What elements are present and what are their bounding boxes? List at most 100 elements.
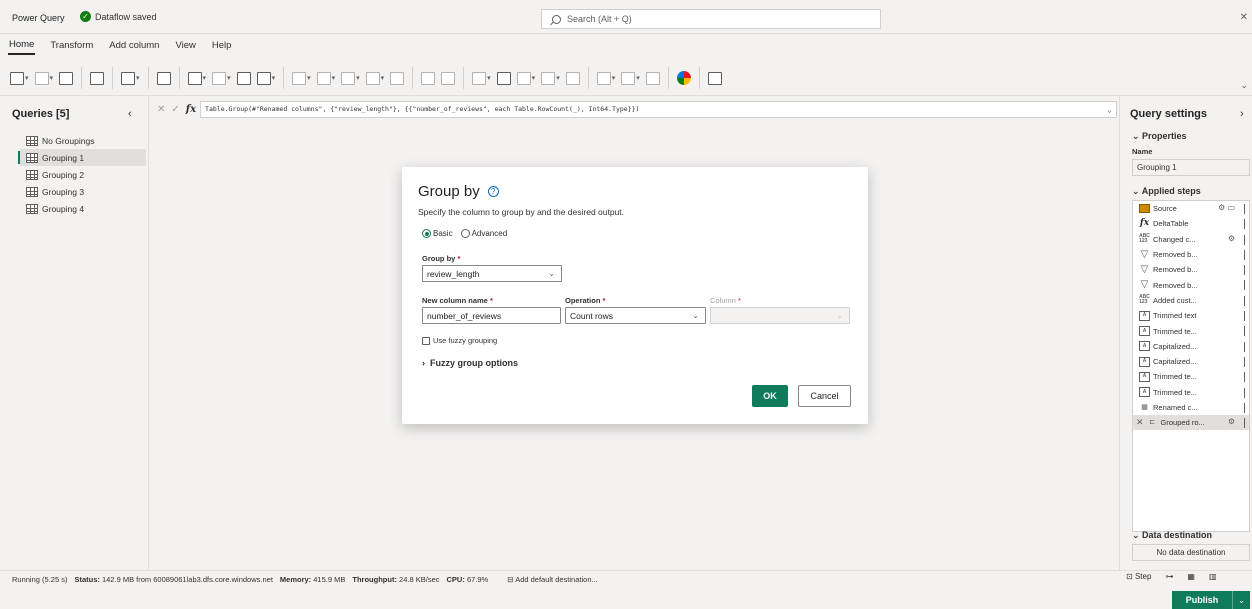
step-added-custom[interactable]: ABC 123 Added cust... [1133,293,1249,308]
gear-icon[interactable]: ⚙ [1228,417,1235,426]
search-box[interactable]: Search (Alt + Q) [541,9,881,29]
commit-formula-icon[interactable]: ✓ [171,104,179,115]
split-column-button[interactable]: ▾ [316,71,335,85]
step-removed-blanks-2[interactable]: ▽ Removed b... [1133,262,1249,277]
query-item-no-groupings[interactable]: No Groupings [20,132,146,149]
step-removed-blanks-3[interactable]: ▽ Removed b... [1133,277,1249,292]
tab-add-column[interactable]: Add column [108,37,160,54]
remove-columns-button[interactable] [236,71,251,85]
table-view-icon[interactable]: ▦ [1187,572,1195,581]
step-deltatable[interactable]: fx DeltaTable [1133,216,1249,231]
publish-button[interactable]: Publish [1172,591,1232,609]
chevron-down-icon: ⌄ [548,269,555,278]
split-column-by-button[interactable]: ▾ [472,71,491,85]
mode-radio-group: Basic Advanced [422,229,507,238]
step-view-button[interactable]: ⊡ Step [1126,572,1151,581]
add-destination-link[interactable]: ⊟ Add default destination... [507,575,598,584]
manage-parameters-button[interactable]: ▾ [121,71,140,85]
step-trimmed-text-1[interactable]: A Trimmed text [1133,308,1249,323]
applied-steps-section[interactable]: ⌄ Applied steps [1132,186,1201,197]
combine-files-button[interactable] [645,71,660,85]
chevron-down-icon[interactable]: ⌄ [1232,591,1250,609]
properties-section[interactable]: ⌄ Properties [1132,131,1187,142]
data-type-convert-button[interactable]: ▾ [516,71,535,85]
options-button[interactable] [90,71,105,85]
get-data-button[interactable]: ▾ [10,71,29,85]
radio-advanced[interactable]: Advanced [460,229,507,238]
filter-button[interactable] [390,71,405,85]
query-item-grouping-3[interactable]: Grouping 3 [20,183,146,200]
cancel-formula-icon[interactable]: ✕ [157,104,165,115]
data-destination-section[interactable]: ⌄ Data destination [1132,530,1212,541]
fuzzy-group-options-toggle[interactable]: › Fuzzy group options [422,358,518,368]
column-select[interactable]: ⌄ [710,307,850,324]
replace-button[interactable] [565,71,580,85]
replace-values-button[interactable]: ▾ [365,71,384,85]
step-capitalized-1[interactable]: A Capitalized... [1133,339,1249,354]
replace-values-icon [365,71,380,85]
keep-rows-button[interactable]: ▾ [256,71,275,85]
checkbox-box [422,336,430,345]
gear-icon[interactable]: ⚙ ▭ [1218,203,1235,212]
sort-descending-button[interactable] [441,71,456,85]
expand-formula-icon[interactable]: ⌄ [1107,105,1112,114]
collapse-queries-icon[interactable]: ‹ [128,108,132,120]
choose-columns-button[interactable]: ▾ [212,71,231,85]
step-trimmed-text-4[interactable]: A Trimmed te... [1133,385,1249,400]
chevron-down-icon[interactable]: ⌄ [1240,80,1248,91]
schema-view-icon[interactable]: ▥ [1209,572,1217,581]
menu-bar: Home Transform Add column View Help [0,34,1252,56]
step-source[interactable]: Source ⚙ ▭ [1133,201,1249,216]
query-item-grouping-1[interactable]: Grouping 1 [18,149,146,166]
step-label: Changed c... [1153,234,1196,244]
refresh-button[interactable] [156,71,171,85]
enter-data-button[interactable] [59,71,74,85]
step-grouped-rows[interactable]: ✕ ⊏ Grouped ro... ⚙ [1133,415,1249,431]
query-item-grouping-2[interactable]: Grouping 2 [20,166,146,183]
keep-rows-icon [256,71,271,85]
step-label: Trimmed te... [1153,326,1197,336]
step-changed-type[interactable]: ABC 123 Changed c... ⚙ [1133,232,1249,247]
formula-input[interactable]: Table.Group(#"Renamed columns", {"review… [200,100,1117,118]
manage-button[interactable]: ▾ [187,71,206,85]
diagram-view-icon[interactable]: ⊶ [1165,572,1173,581]
tab-view[interactable]: View [174,37,196,54]
tab-transform[interactable]: Transform [49,37,94,54]
append-queries-button[interactable]: ▾ [621,71,640,85]
step-capitalized-2[interactable]: A Capitalized... [1133,354,1249,369]
group-by-select[interactable]: review_length ⌄ [422,265,562,282]
merge-queries-button[interactable]: ▾ [596,71,615,85]
operation-select[interactable]: Count rows ⌄ [565,307,706,324]
data-type-button[interactable]: ▾ [341,71,360,85]
new-column-name-input[interactable]: number_of_reviews [422,307,561,324]
help-icon[interactable]: ? [487,186,499,197]
recent-sources-button[interactable]: ▾ [34,71,53,85]
fuzzy-grouping-checkbox[interactable]: Use fuzzy grouping [422,336,497,345]
sort-ascending-button[interactable] [421,71,436,85]
step-trimmed-text-3[interactable]: A Trimmed te... [1133,369,1249,384]
operation-value: Count rows [570,310,613,321]
tab-help[interactable]: Help [211,37,233,54]
gear-icon[interactable]: ⚙ [1228,234,1235,243]
ok-button[interactable]: OK [752,385,788,407]
step-trimmed-text-2[interactable]: A Trimmed te... [1133,323,1249,338]
remove-rows-icon [292,71,307,85]
step-removed-blanks-1[interactable]: ▽ Removed b... [1133,247,1249,262]
query-item-grouping-4[interactable]: Grouping 4 [20,200,146,217]
use-first-row-button[interactable]: ▾ [541,71,560,85]
copilot-button[interactable] [676,71,691,85]
data-destination-value[interactable]: No data destination [1132,544,1250,561]
export-template-button[interactable] [707,71,722,85]
collapse-settings-icon[interactable]: › [1240,108,1244,120]
group-by-button[interactable] [496,71,511,85]
data-destination-label: Data destination [1142,530,1213,540]
remove-rows-button[interactable]: ▾ [292,71,311,85]
query-name-input[interactable]: Grouping 1 [1132,159,1250,176]
tab-home[interactable]: Home [8,36,36,55]
step-renamed-columns[interactable]: ▦ Renamed c... [1133,400,1249,415]
cancel-button[interactable]: Cancel [798,385,851,407]
delete-step-icon[interactable]: ✕ [1136,417,1144,428]
radio-basic[interactable]: Basic [422,229,453,238]
close-icon[interactable]: ✕ [1240,12,1248,23]
chevron-down-icon: ⌄ [836,311,843,320]
